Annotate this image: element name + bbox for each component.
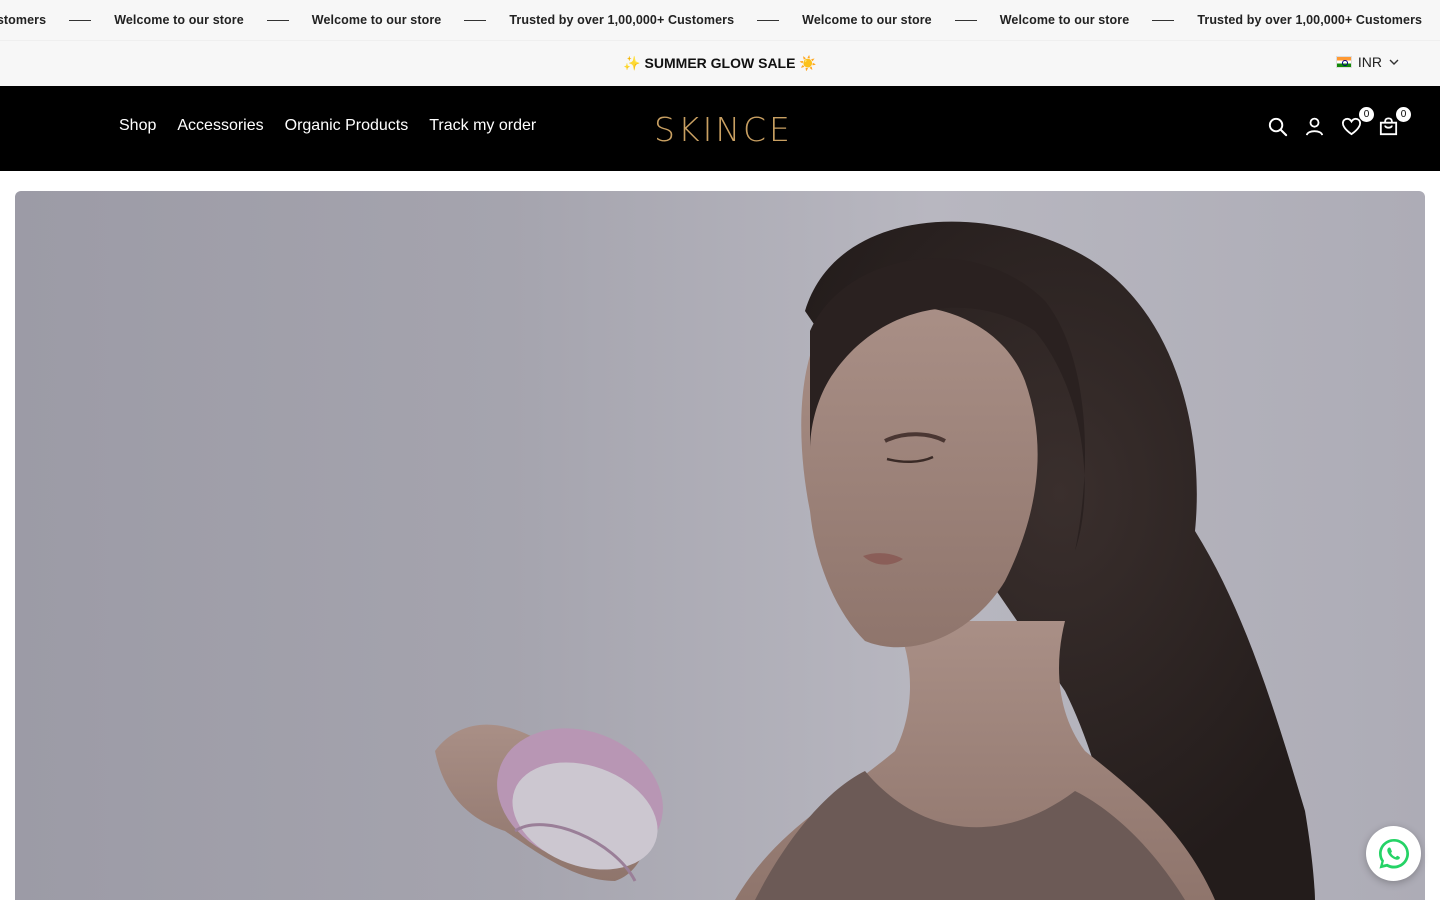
nav-accessories[interactable]: Accessories (177, 117, 263, 135)
india-flag-icon (1335, 56, 1352, 68)
marquee-divider (266, 19, 289, 21)
marquee-item: Customers (0, 13, 47, 27)
currency-selector[interactable]: INR (1335, 54, 1400, 70)
header-actions: 0 0 (1266, 106, 1412, 138)
marquee-item: Trusted by over 1,00,000+ Customers (1197, 13, 1423, 27)
hero-banner[interactable] (15, 191, 1425, 900)
main-nav: Shop Accessories Organic Products Track … (119, 117, 536, 135)
announcement-bar: ✨ SUMMER GLOW SALE ☀️ INR (0, 40, 1440, 86)
marquee-divider (1152, 19, 1175, 21)
wishlist-count-badge: 0 (1358, 106, 1375, 123)
marquee-item: Welcome to our store (999, 13, 1130, 27)
marquee-strip: Customers Welcome to our store Welcome t… (0, 0, 1440, 40)
marquee-divider (69, 19, 92, 21)
cart-count-badge: 0 (1395, 106, 1412, 123)
hero-image (435, 221, 1315, 900)
cart-button[interactable]: 0 (1377, 106, 1412, 138)
site-logo[interactable]: SKINCE (654, 110, 793, 149)
wishlist-button[interactable]: 0 (1340, 106, 1375, 138)
currency-code: INR (1357, 54, 1382, 70)
marquee-divider (464, 19, 487, 21)
marquee-track: Customers Welcome to our store Welcome t… (0, 0, 1440, 40)
marquee-item: Welcome to our store (802, 13, 932, 27)
whatsapp-icon (1378, 838, 1409, 868)
marquee-item: Welcome to our store (114, 13, 244, 27)
nav-shop[interactable]: Shop (119, 117, 156, 135)
user-icon (1305, 117, 1324, 136)
whatsapp-chat-button[interactable] (1366, 826, 1421, 881)
marquee-item: Trusted by over 1,00,000+ Customers (509, 13, 735, 27)
search-icon (1268, 117, 1288, 137)
site-header: Shop Accessories Organic Products Track … (0, 86, 1440, 171)
marquee-divider (954, 19, 977, 21)
marquee-divider (757, 19, 780, 21)
nav-organic-products[interactable]: Organic Products (285, 117, 409, 135)
announcement-text: ✨ SUMMER GLOW SALE ☀️ (623, 55, 817, 71)
account-button[interactable] (1303, 115, 1326, 138)
nav-track-order[interactable]: Track my order (429, 117, 536, 135)
search-button[interactable] (1266, 115, 1289, 138)
chevron-down-icon (1389, 59, 1399, 65)
marquee-item: Welcome to our store (311, 13, 442, 27)
